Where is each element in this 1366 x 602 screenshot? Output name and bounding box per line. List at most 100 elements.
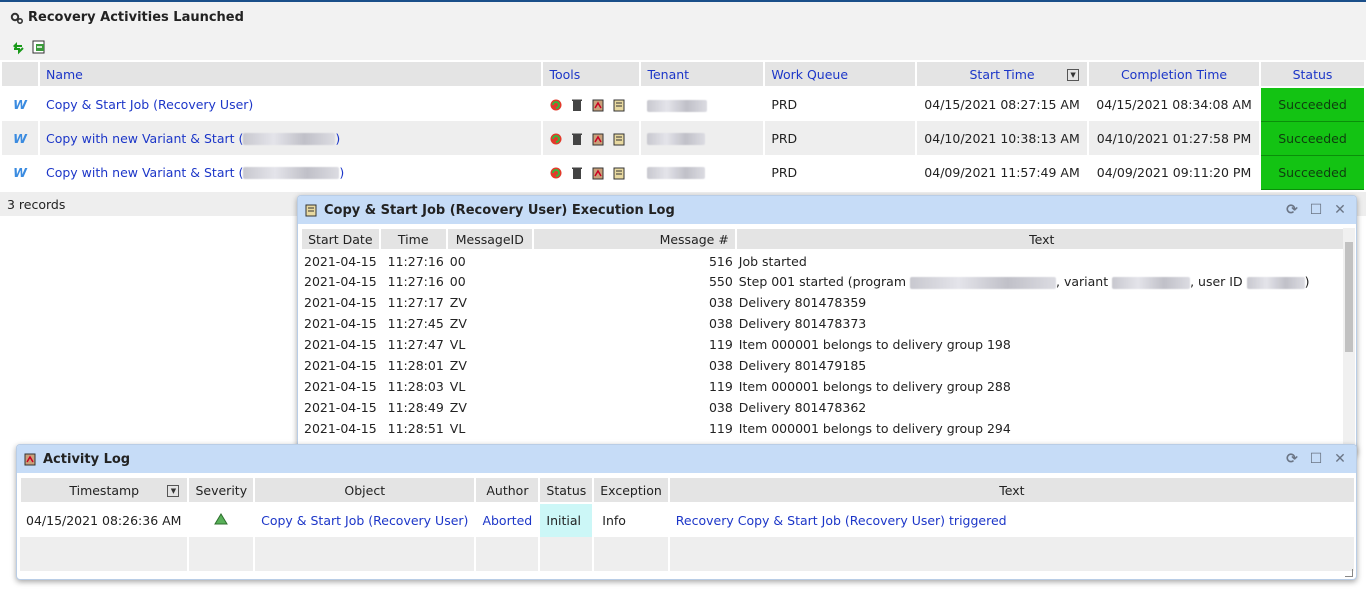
col-start-time[interactable]: Start Time ▼ bbox=[915, 60, 1090, 88]
col-start-date[interactable]: Start Date bbox=[300, 227, 381, 251]
text-cell: Item 000001 belongs to delivery group 19… bbox=[738, 337, 1011, 352]
col-exception[interactable]: Exception bbox=[592, 476, 670, 504]
col-status[interactable]: Status bbox=[538, 476, 595, 504]
text-cell: Delivery 801478362 bbox=[738, 400, 867, 415]
recovery-activities-table: Name Tools Tenant Work Queue Start Time … bbox=[0, 60, 1366, 190]
execution-log-title: Copy & Start Job (Recovery User) Executi… bbox=[324, 202, 675, 218]
execution-log-icon[interactable] bbox=[612, 98, 626, 112]
activity-log-title: Activity Log bbox=[43, 451, 131, 467]
activity-log-icon[interactable] bbox=[591, 166, 605, 180]
object-link[interactable]: Copy & Start Job (Recovery User) bbox=[254, 503, 477, 537]
sort-dropdown-icon[interactable]: ▼ bbox=[1067, 69, 1080, 81]
table-row[interactable]: 2021-04-15 11:27:16 00 550 Step 001 started … bbox=[301, 271, 1348, 292]
table-row[interactable]: W Copy with new Variant & Start () PRD 0… bbox=[0, 120, 1366, 156]
maximize-icon[interactable]: ☐ bbox=[1308, 202, 1324, 218]
col-tools[interactable]: Tools bbox=[541, 60, 642, 88]
page-title-text: Recovery Activities Launched bbox=[28, 10, 244, 25]
job-name-link[interactable]: Copy with new Variant & Start () bbox=[46, 165, 344, 180]
close-icon[interactable]: ✕ bbox=[1332, 202, 1348, 218]
delete-icon[interactable] bbox=[570, 166, 584, 180]
table-row[interactable]: 2021-04-15 11:28:51 VL 119 Item 000001 belon… bbox=[301, 418, 1348, 439]
activity-log-icon[interactable] bbox=[591, 98, 605, 112]
date-cell: 2021-04-15 bbox=[304, 400, 377, 415]
execution-log-icon[interactable] bbox=[612, 132, 626, 146]
maximize-icon[interactable]: ☐ bbox=[1308, 451, 1324, 467]
job-name-link[interactable]: Copy with new Variant & Start () bbox=[46, 131, 340, 146]
delete-icon[interactable] bbox=[570, 98, 584, 112]
sort-dropdown-icon[interactable]: ▼ bbox=[167, 485, 180, 497]
table-row[interactable]: 2021-04-15 11:27:16 00 516 Job started bbox=[301, 250, 1348, 271]
table-header: Name Tools Tenant Work Queue Start Time … bbox=[0, 60, 1366, 88]
activity-log-titlebar[interactable]: Activity Log ⟳ ☐ ✕ bbox=[17, 445, 1356, 473]
close-icon[interactable]: ✕ bbox=[1332, 451, 1348, 467]
vertical-scrollbar[interactable] bbox=[1343, 228, 1355, 454]
date-cell: 2021-04-15 bbox=[304, 337, 377, 352]
id-cell: VL bbox=[449, 379, 466, 394]
id-cell: ZV bbox=[449, 295, 467, 310]
col-severity[interactable]: Severity bbox=[187, 476, 256, 504]
col-work-queue[interactable]: Work Queue bbox=[763, 60, 918, 88]
table-row[interactable]: 2021-04-15 11:28:49 ZV 038 Delivery 80147836… bbox=[301, 397, 1348, 418]
col-message-id[interactable]: MessageID bbox=[445, 227, 534, 251]
col-timestamp[interactable]: Timestamp ▼ bbox=[18, 476, 190, 504]
activity-log-window[interactable]: Activity Log ⟳ ☐ ✕ Timestamp ▼ Severity … bbox=[16, 444, 1357, 580]
text-part: , variant bbox=[1056, 274, 1109, 289]
restart-icon[interactable] bbox=[549, 132, 563, 146]
table-row-empty bbox=[20, 537, 1356, 571]
col-message-number[interactable]: Message # bbox=[531, 227, 737, 251]
status-cell: Initial bbox=[539, 503, 595, 537]
job-name-link[interactable]: Copy & Start Job (Recovery User) bbox=[46, 97, 253, 112]
delete-icon[interactable] bbox=[570, 132, 584, 146]
start-time-value: 04/09/2021 11:57:49 AM bbox=[915, 155, 1090, 189]
row-tools bbox=[541, 155, 642, 189]
execution-log-icon[interactable] bbox=[612, 166, 626, 180]
restart-icon[interactable] bbox=[549, 98, 563, 112]
table-row[interactable]: 2021-04-15 11:28:03 VL 119 Item 000001 belon… bbox=[301, 376, 1348, 397]
date-cell: 2021-04-15 bbox=[304, 274, 377, 289]
refresh-icon[interactable] bbox=[10, 39, 26, 55]
scrollbar-thumb[interactable] bbox=[1345, 242, 1353, 352]
col-name[interactable]: Name bbox=[37, 60, 544, 88]
author-link[interactable]: Aborted bbox=[475, 503, 541, 537]
col-completion-time[interactable]: Completion Time bbox=[1087, 60, 1262, 88]
table-row[interactable]: 2021-04-15 11:27:47 VL 119 Item 000001 belon… bbox=[301, 334, 1348, 355]
activity-log-icon[interactable] bbox=[591, 132, 605, 146]
gears-icon bbox=[10, 12, 24, 24]
execution-log-titlebar[interactable]: Copy & Start Job (Recovery User) Executi… bbox=[298, 196, 1356, 224]
refresh-icon[interactable]: ⟳ bbox=[1284, 202, 1300, 218]
col-text[interactable]: Text bbox=[667, 476, 1356, 504]
status-badge: Succeeded bbox=[1259, 86, 1366, 122]
text-link[interactable]: Recovery Copy & Start Job (Recovery User… bbox=[668, 503, 1356, 537]
table-row[interactable]: 2021-04-15 11:27:17 ZV 038 Delivery 80147835… bbox=[301, 292, 1348, 313]
workflow-w-icon: W bbox=[0, 121, 40, 155]
table-row[interactable]: 04/15/2021 08:26:36 AM Copy & Start Job … bbox=[20, 503, 1356, 537]
execution-log-window[interactable]: Copy & Start Job (Recovery User) Executi… bbox=[297, 195, 1357, 455]
table-row[interactable]: W Copy & Start Job (Recovery User) PRD 0… bbox=[0, 86, 1366, 122]
text-cell: Item 000001 belongs to delivery group 29… bbox=[738, 421, 1011, 436]
resize-grip-icon[interactable] bbox=[1345, 569, 1353, 577]
table-row[interactable]: W Copy with new Variant & Start () PRD 0… bbox=[0, 154, 1366, 190]
num-cell: 119 bbox=[708, 421, 733, 436]
table-header: Timestamp ▼ Severity Object Author Statu… bbox=[18, 476, 1356, 504]
col-text[interactable]: Text bbox=[734, 227, 1349, 251]
severity-cell bbox=[188, 503, 256, 537]
text-part: , user ID bbox=[1190, 274, 1243, 289]
text-cell: Delivery 801478373 bbox=[738, 316, 867, 331]
col-status[interactable]: Status bbox=[1259, 60, 1366, 88]
table-row[interactable]: 2021-04-15 11:28:01 ZV 038 Delivery 80147918… bbox=[301, 355, 1348, 376]
restart-icon[interactable] bbox=[549, 166, 563, 180]
top-bar: Recovery Activities Launched bbox=[0, 2, 1366, 62]
col-author[interactable]: Author bbox=[474, 476, 541, 504]
id-cell: ZV bbox=[449, 358, 467, 373]
col-timestamp-label: Timestamp bbox=[69, 482, 140, 498]
id-cell: ZV bbox=[449, 316, 467, 331]
col-object[interactable]: Object bbox=[253, 476, 477, 504]
export-icon[interactable] bbox=[31, 39, 47, 55]
completion-time-value: 04/10/2021 01:27:58 PM bbox=[1087, 121, 1262, 155]
table-row[interactable]: 2021-04-15 11:27:45 ZV 038 Delivery 80147837… bbox=[301, 313, 1348, 334]
id-cell: 00 bbox=[449, 274, 466, 289]
refresh-icon[interactable]: ⟳ bbox=[1284, 451, 1300, 467]
col-time[interactable]: Time bbox=[378, 227, 448, 251]
col-tenant[interactable]: Tenant bbox=[639, 60, 766, 88]
num-cell: 038 bbox=[708, 400, 733, 415]
